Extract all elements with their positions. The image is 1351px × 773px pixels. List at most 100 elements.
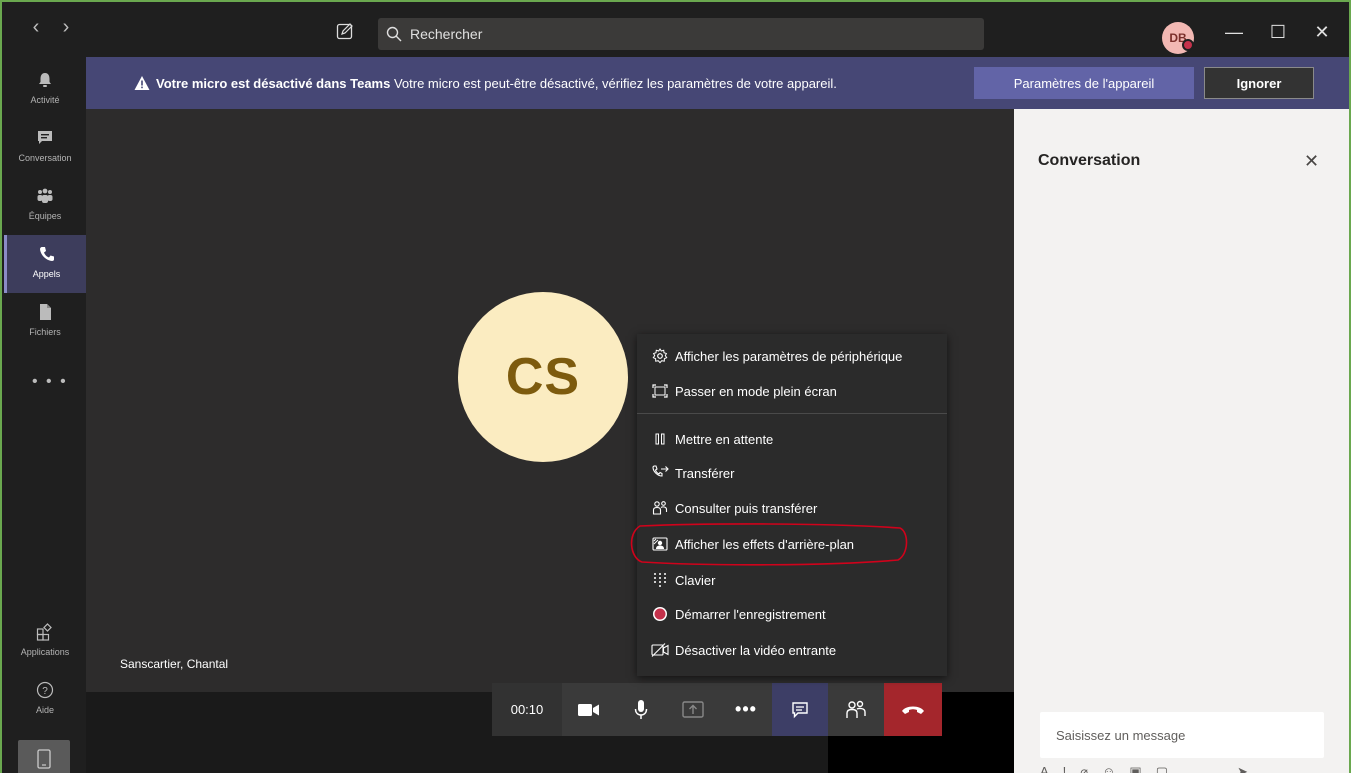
banner-message: Votre micro est désactivé dans Teams Vot… [156, 76, 837, 91]
share-screen-icon [682, 700, 704, 718]
more-apps-icon[interactable]: • • • [32, 373, 68, 391]
banner-bold-text: Votre micro est désactivé dans Teams [156, 76, 391, 91]
send-icon[interactable]: ➤ [1237, 764, 1248, 773]
hang-up-button[interactable] [884, 683, 942, 736]
message-input[interactable]: Saisissez un message [1040, 712, 1324, 758]
menu-item-label: Transférer [675, 465, 735, 481]
menu-item-label: Passer en mode plein écran [675, 383, 837, 399]
rail-item-activity[interactable]: Activité [4, 61, 86, 119]
apps-icon [36, 623, 52, 641]
call-timer: 00:10 [492, 683, 562, 736]
sticker-icon[interactable]: ▢ [1156, 764, 1168, 773]
hang-up-icon [902, 706, 924, 714]
compose-icon[interactable] [336, 22, 354, 40]
more-icon[interactable]: … [1182, 764, 1195, 773]
device-settings-button[interactable]: Paramètres de l'appareil [974, 67, 1194, 99]
menu-item-start-recording[interactable]: Démarrer l'enregistrement [651, 603, 826, 625]
chat-icon [792, 701, 808, 718]
transfer-icon [651, 464, 669, 482]
participants-icon [846, 700, 866, 718]
video-off-icon [651, 641, 669, 659]
close-window-icon[interactable]: ✕ [1312, 22, 1332, 42]
menu-item-fullscreen[interactable]: Passer en mode plein écran [651, 380, 837, 402]
participants-button[interactable] [828, 683, 884, 736]
menu-divider [637, 413, 947, 414]
share-screen-button[interactable] [666, 683, 720, 736]
show-conversation-button[interactable] [772, 683, 828, 736]
back-arrow-icon[interactable]: ‹ [26, 16, 46, 39]
menu-item-label: Mettre en attente [675, 431, 774, 447]
teams-window: ‹ › Rechercher DB — ☐ ✕ Activité Convers… [0, 0, 1351, 773]
menu-item-label: Démarrer l'enregistrement [675, 606, 826, 622]
teams-icon [37, 188, 53, 203]
menu-item-dialpad[interactable]: Clavier [651, 569, 715, 591]
call-controls: 00:10 ••• [492, 683, 942, 736]
menu-item-label: Consulter puis transférer [675, 500, 818, 516]
microphone-button[interactable] [616, 683, 666, 736]
phone-icon [39, 247, 54, 261]
format-icon[interactable]: A [1040, 764, 1049, 773]
participant-name: Sanscartier, Chantal [120, 657, 229, 671]
search-input[interactable]: Rechercher [378, 18, 984, 50]
device-button[interactable] [18, 740, 70, 773]
rail-item-help[interactable]: ? Aide [4, 671, 86, 729]
fullscreen-icon [651, 382, 669, 400]
menu-item-label: Désactiver la vidéo entrante [675, 642, 837, 658]
app-rail: Activité Conversation Équipes Appels Fic… [2, 57, 86, 773]
rail-item-teams[interactable]: Équipes [4, 177, 86, 235]
rail-item-label: Activité [30, 95, 60, 105]
camera-button[interactable] [562, 683, 616, 736]
more-actions-menu: Afficher les paramètres de périphérique … [637, 334, 947, 676]
microphone-icon [634, 699, 648, 719]
bell-icon [39, 73, 51, 87]
dialpad-icon [651, 571, 669, 589]
rail-item-label: Aide [35, 705, 54, 715]
ignore-button[interactable]: Ignorer [1204, 67, 1314, 99]
participant-initials: CS [505, 348, 581, 406]
help-icon: ? [36, 681, 54, 699]
consult-transfer-icon [651, 499, 669, 517]
participant-avatar: CS [458, 292, 628, 462]
compose-toolbar: A ! ⌀ ☺ ▣ ▢ … ➤ [1040, 764, 1340, 773]
highlight-annotation [630, 523, 908, 566]
user-avatar[interactable]: DB [1162, 22, 1194, 54]
attach-icon[interactable]: ⌀ [1080, 764, 1088, 773]
banner-text: Votre micro est peut-être désactivé, vér… [390, 76, 837, 91]
search-icon [386, 26, 402, 42]
rail-item-chat[interactable]: Conversation [4, 119, 86, 177]
message-placeholder: Saisissez un message [1056, 728, 1186, 743]
menu-item-transfer[interactable]: Transférer [651, 462, 734, 484]
rail-item-label: Fichiers [29, 327, 61, 337]
search-placeholder: Rechercher [410, 26, 483, 42]
gear-icon [651, 347, 669, 365]
rail-item-applications[interactable]: Applications [4, 613, 86, 671]
rail-item-label: Applications [20, 647, 70, 657]
mic-warning-banner: Votre micro est désactivé dans Teams Vot… [86, 57, 1349, 109]
menu-item-disable-incoming-video[interactable]: Désactiver la vidéo entrante [651, 639, 836, 661]
mobile-device-icon [37, 749, 51, 769]
menu-item-label: Afficher les paramètres de périphérique [675, 348, 903, 364]
close-icon[interactable]: ✕ [1304, 151, 1319, 172]
gif-icon[interactable]: ▣ [1129, 764, 1141, 773]
minimize-icon[interactable]: — [1224, 22, 1244, 42]
record-icon [651, 605, 669, 623]
menu-item-device-settings[interactable]: Afficher les paramètres de périphérique [651, 345, 902, 367]
important-icon[interactable]: ! [1063, 764, 1067, 773]
more-options-icon[interactable]: ••• [720, 683, 772, 736]
rail-item-files[interactable]: Fichiers [4, 293, 86, 351]
forward-arrow-icon[interactable]: › [56, 16, 76, 39]
emoji-icon[interactable]: ☺ [1102, 764, 1115, 773]
menu-item-label: Clavier [675, 572, 716, 588]
rail-item-label: Appels [32, 269, 61, 279]
menu-item-hold[interactable]: Mettre en attente [651, 428, 773, 450]
maximize-icon[interactable]: ☐ [1268, 22, 1288, 42]
rail-item-calls[interactable]: Appels [4, 235, 86, 293]
warning-icon [134, 76, 150, 90]
menu-item-consult-transfer[interactable]: Consulter puis transférer [651, 497, 817, 519]
status-dot [1182, 39, 1194, 51]
chat-icon [38, 131, 52, 144]
title-bar: ‹ › Rechercher DB — ☐ ✕ [2, 2, 1349, 57]
pause-icon [651, 430, 669, 448]
conversation-panel: Conversation ✕ Saisissez un message A ! … [1014, 109, 1349, 773]
rail-item-label: Conversation [18, 153, 72, 163]
